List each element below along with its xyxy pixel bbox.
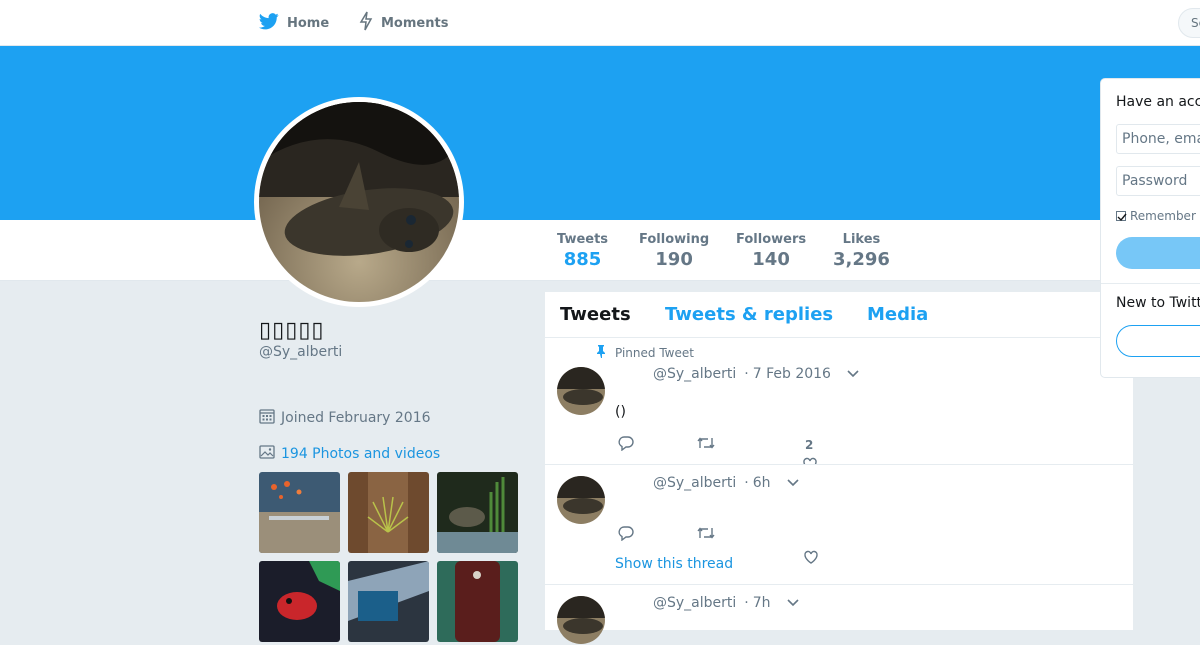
pinned-label: Pinned Tweet [595, 344, 694, 361]
search-input[interactable]: Se [1178, 8, 1200, 38]
tab-tweets-replies[interactable]: Tweets & replies [665, 304, 833, 325]
chevron-down-icon[interactable] [786, 475, 799, 491]
pin-icon [595, 344, 615, 361]
joined-text: Joined February 2016 [281, 410, 431, 426]
reply-icon[interactable] [618, 525, 634, 545]
new-to-twitter-text: New to Twitt [1116, 295, 1200, 311]
reply-icon[interactable] [618, 435, 634, 455]
tweet-item[interactable]: Pinned Tweet @Sy_alberti · 7 Feb 2016 ()… [545, 338, 1133, 465]
password-field[interactable] [1116, 166, 1200, 196]
stat-label: Likes [842, 232, 881, 247]
stat-likes[interactable]: Likes 3,296 [833, 232, 890, 271]
stat-following[interactable]: Following 190 [639, 232, 709, 271]
tab-media[interactable]: Media [867, 304, 928, 325]
top-nav: Home Moments Se [0, 0, 1200, 46]
tweet-header: @Sy_alberti · 6h [653, 475, 799, 491]
photo-thumbnail[interactable] [348, 472, 429, 553]
stat-value: 190 [655, 249, 693, 270]
stat-value: 3,296 [833, 249, 890, 270]
avatar[interactable] [557, 367, 605, 415]
stat-label: Following [639, 232, 710, 247]
remember-me[interactable]: Remember m [1116, 209, 1200, 223]
active-stat-indicator [544, 57, 624, 61]
signup-button[interactable] [1116, 325, 1200, 357]
stat-tweets[interactable]: Tweets 885 [557, 232, 608, 271]
like-count: 2 [805, 438, 814, 452]
tweet-header: @Sy_alberti · 7 Feb 2016 [653, 366, 859, 382]
stat-label: Tweets [557, 232, 609, 247]
profile-nav: Tweets 885 Following 190 Followers 140 L… [0, 220, 1200, 281]
login-title: Have an acc [1116, 94, 1200, 110]
avatar[interactable] [557, 476, 605, 524]
remember-label: Remember m [1130, 209, 1200, 223]
photo-thumbnail[interactable] [437, 472, 518, 553]
nav-home-label: Home [287, 15, 330, 31]
nav-moments[interactable]: Moments [359, 0, 448, 46]
profile-avatar[interactable] [254, 97, 464, 307]
tweet-item[interactable]: @Sy_alberti · 6h Show this thread [545, 465, 1133, 585]
tweet-handle[interactable]: @Sy_alberti [653, 595, 736, 611]
separator-dot: · [744, 595, 749, 611]
photo-thumbnail[interactable] [259, 472, 340, 553]
separator-dot: · [744, 366, 749, 382]
like-icon[interactable] [803, 549, 819, 569]
profile-name[interactable]: ▯▯▯▯▯ [259, 318, 325, 343]
avatar[interactable] [557, 596, 605, 644]
pinned-text: Pinned Tweet [615, 345, 694, 360]
tweet-text: () [615, 404, 626, 420]
stat-label: Followers [736, 232, 807, 247]
tweet-timestamp[interactable]: 7 Feb 2016 [753, 366, 831, 382]
stat-followers[interactable]: Followers 140 [736, 232, 806, 271]
tweet-handle[interactable]: @Sy_alberti [653, 475, 736, 491]
remember-checkbox[interactable] [1116, 211, 1127, 222]
tweet-timestamp[interactable]: 7h [753, 595, 771, 611]
divider [1101, 283, 1200, 284]
photos-link-label: 194 Photos and videos [281, 446, 441, 462]
twitter-bird-icon [258, 12, 287, 34]
like-icon[interactable] [802, 456, 818, 464]
login-button[interactable] [1116, 237, 1200, 269]
show-thread-link[interactable]: Show this thread [615, 556, 733, 572]
chevron-down-icon[interactable] [786, 595, 799, 611]
nav-moments-label: Moments [381, 15, 449, 31]
calendar-icon [259, 408, 281, 428]
photo-icon [259, 444, 281, 464]
timeline: Tweets Tweets & replies Media Pinned Twe… [545, 292, 1133, 644]
separator-dot: · [744, 475, 749, 491]
login-card: Have an acc Remember m New to Twitt [1100, 78, 1200, 378]
nav-home[interactable]: Home [258, 0, 330, 46]
phone-email-field[interactable] [1116, 124, 1200, 154]
tweet-header: @Sy_alberti · 7h [653, 595, 799, 611]
timeline-tabs: Tweets Tweets & replies Media [545, 292, 1133, 338]
stat-value: 140 [752, 249, 790, 270]
chevron-down-icon[interactable] [847, 366, 859, 382]
tab-tweets[interactable]: Tweets [560, 304, 631, 325]
tweet-handle[interactable]: @Sy_alberti [653, 366, 736, 382]
lightning-icon [359, 11, 381, 35]
stat-value: 885 [563, 249, 602, 270]
profile-banner [0, 46, 1200, 220]
photos-videos-link[interactable]: 194 Photos and videos [259, 444, 440, 464]
tweet-timestamp[interactable]: 6h [753, 475, 771, 491]
tweet-item[interactable]: @Sy_alberti · 7h [545, 585, 1133, 645]
profile-joined: Joined February 2016 [259, 408, 431, 428]
retweet-icon[interactable] [696, 525, 716, 545]
retweet-icon[interactable] [696, 435, 716, 455]
profile-handle[interactable]: @Sy_alberti [259, 344, 342, 360]
